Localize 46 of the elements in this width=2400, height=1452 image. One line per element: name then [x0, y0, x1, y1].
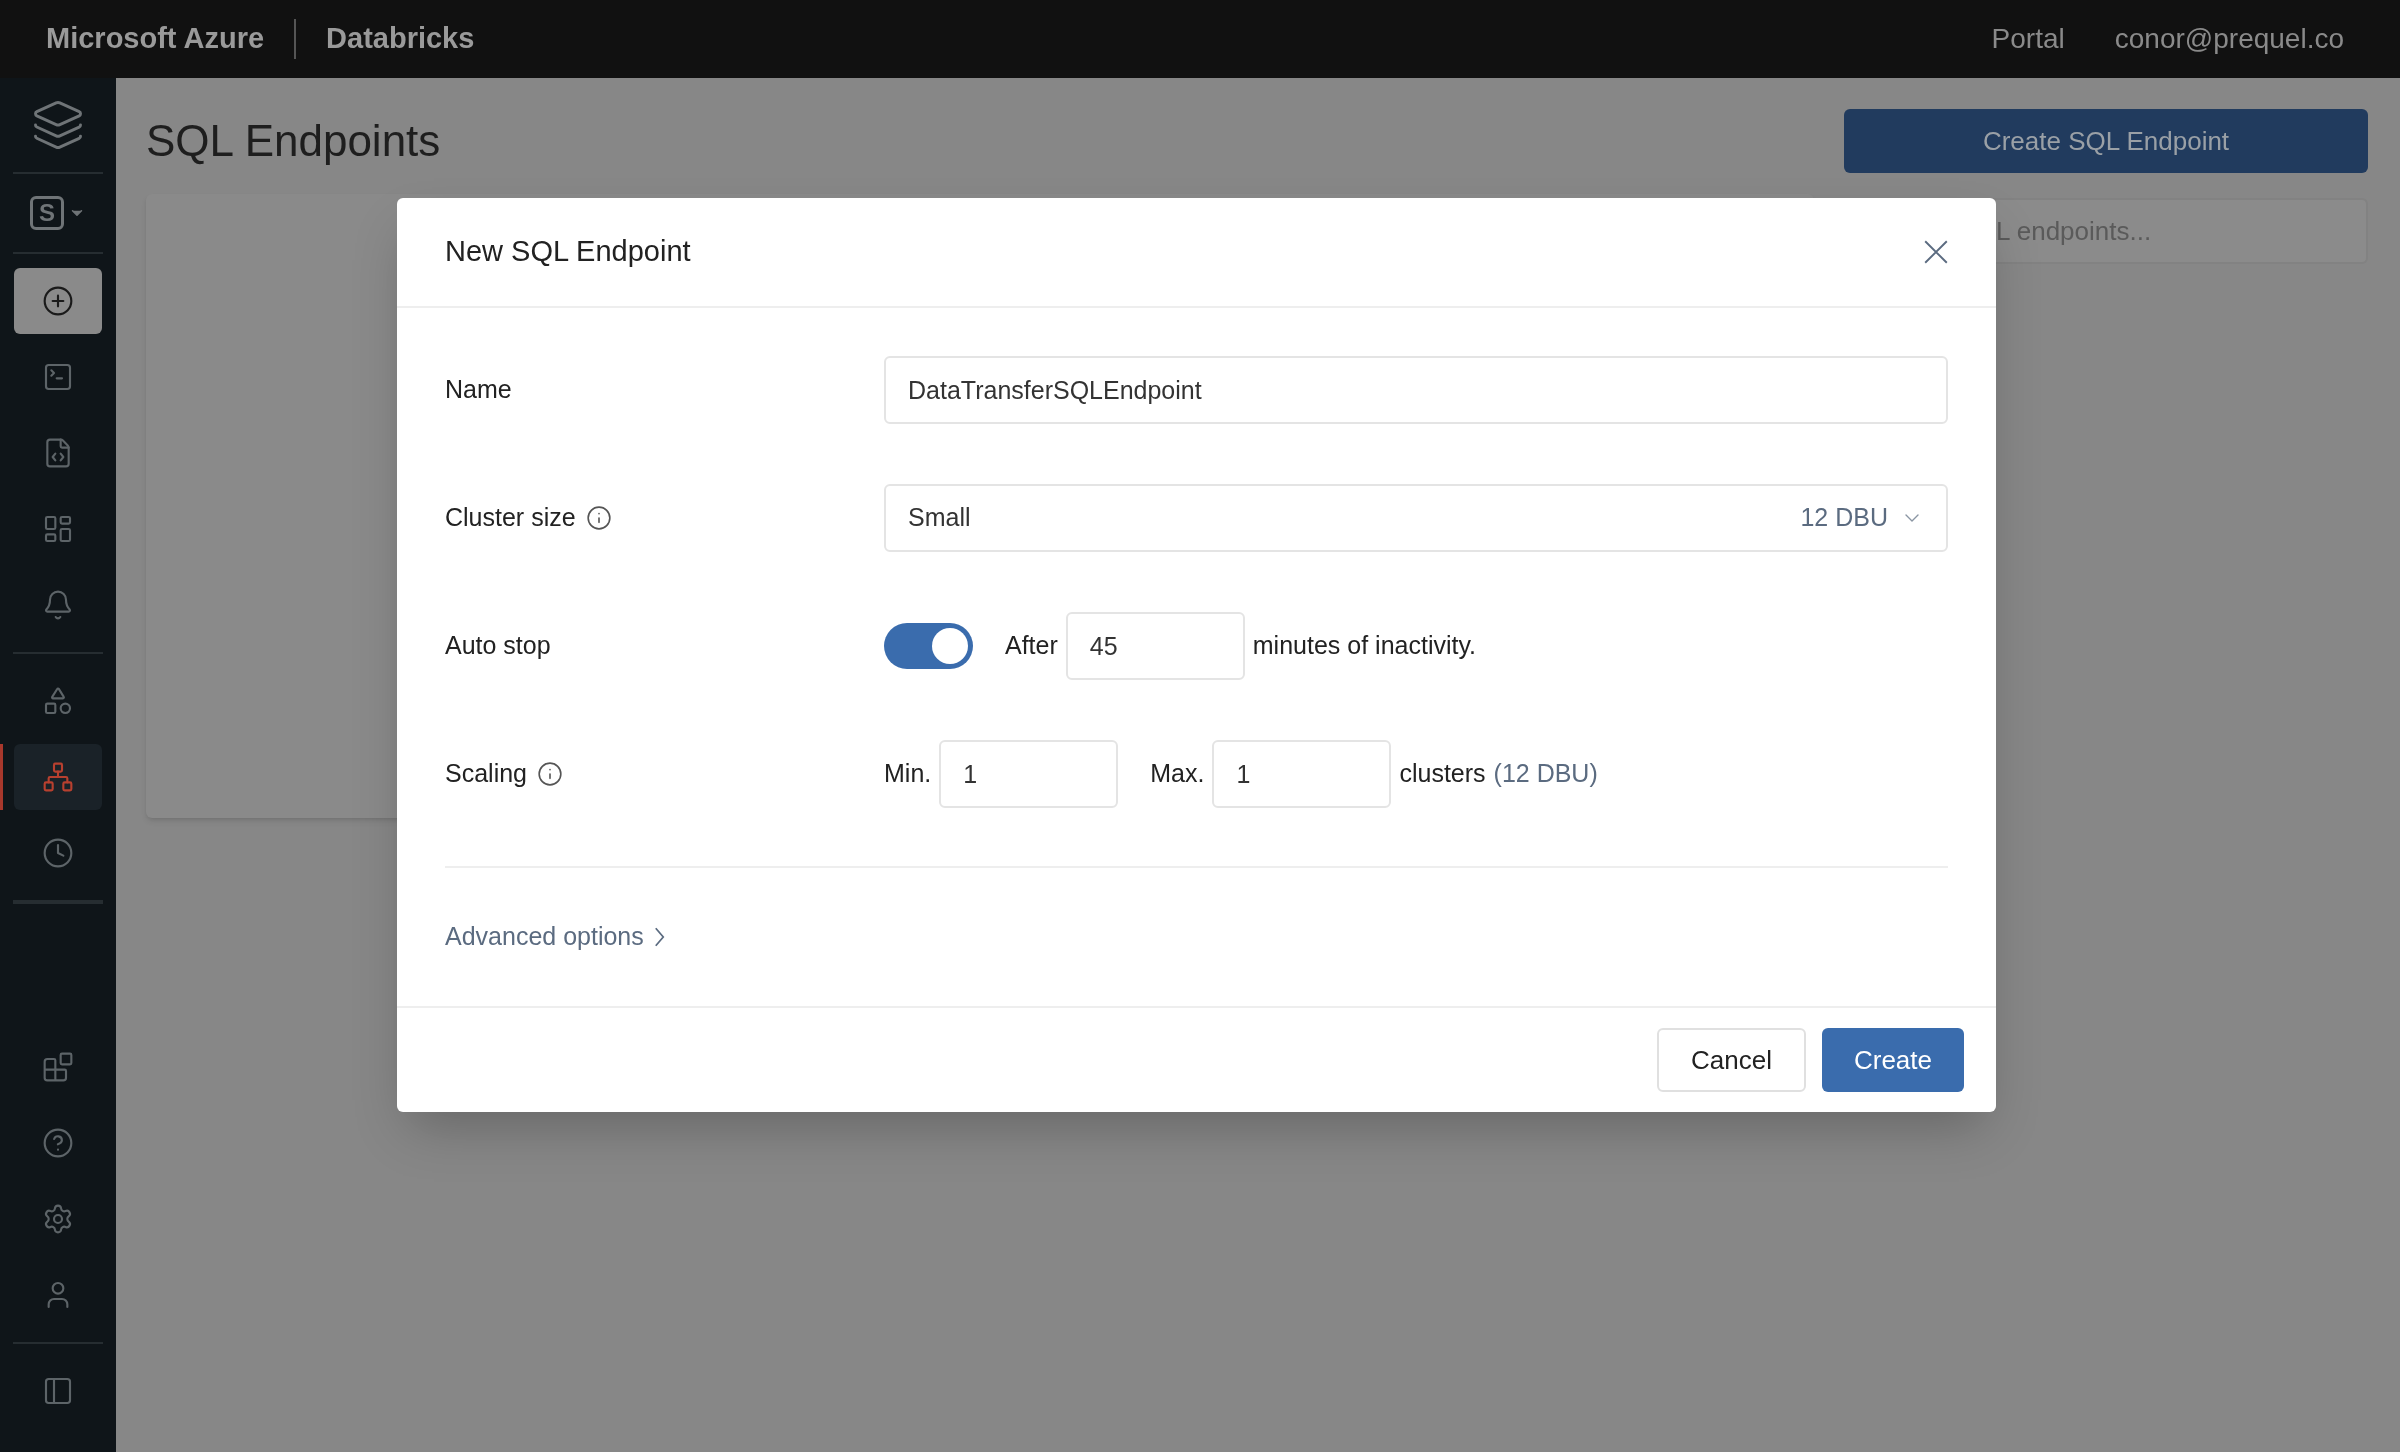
dbu-note: (12 DBU): [1493, 758, 1598, 790]
cluster-size-dropdown[interactable]: Small 12 DBU: [884, 484, 1948, 552]
name-field[interactable]: DataTransferSQLEndpoint: [884, 356, 1948, 424]
after-label: After: [1005, 630, 1058, 662]
info-icon: [537, 761, 563, 787]
panel-icon: [42, 1375, 74, 1407]
sidebar-item[interactable]: [14, 744, 102, 810]
shapes-icon: [42, 685, 74, 717]
help-icon: [42, 1127, 74, 1159]
close-button[interactable]: [1924, 240, 1948, 264]
terminal-icon: [42, 361, 74, 393]
close-icon: [1924, 240, 1948, 264]
auto-stop-toggle[interactable]: [884, 623, 973, 669]
top-link[interactable]: conor@prequel.co: [2114, 18, 2344, 60]
settings-icon: [42, 1203, 74, 1235]
clusters-label: clusters: [1399, 758, 1486, 790]
create-button[interactable]: Create: [1821, 1028, 1964, 1092]
dashboard-icon: [42, 513, 74, 545]
clock-icon: [42, 837, 74, 869]
sidebar-item[interactable]: [14, 268, 102, 334]
field-label: Cluster size: [445, 502, 576, 534]
product-name: Microsoft Azure: [46, 21, 265, 57]
dialog-title: New SQL Endpoint: [445, 234, 691, 270]
field-label: Name: [445, 374, 513, 406]
plus-circle-icon: [42, 285, 74, 317]
info-icon: [585, 505, 612, 531]
field-label: Auto stop: [445, 630, 552, 662]
blocks-icon: [42, 1051, 74, 1083]
field-label: Scaling: [445, 758, 527, 790]
chevron-right-icon: [653, 927, 665, 947]
workspace-name: Databricks: [326, 21, 475, 57]
active-indicator: [0, 744, 3, 810]
bell-icon: [42, 589, 74, 621]
advanced-options-link[interactable]: Advanced options: [445, 918, 665, 956]
max-label: Max.: [1150, 758, 1205, 790]
hierarchy-icon: [42, 761, 74, 793]
top-link[interactable]: Portal: [1991, 18, 2065, 60]
min-clusters-field[interactable]: 1: [939, 740, 1119, 808]
layers-logo-icon: [31, 98, 85, 152]
cancel-button[interactable]: Cancel: [1657, 1028, 1806, 1092]
create-endpoint-button[interactable]: Create SQL Endpoint: [1844, 109, 2368, 173]
minutes-field[interactable]: 45: [1065, 612, 1245, 680]
max-clusters-field[interactable]: 1: [1212, 740, 1392, 808]
page-title: SQL Endpoints: [146, 115, 441, 167]
min-label: Min.: [884, 758, 932, 790]
minutes-label: minutes of inactivity.: [1252, 630, 1477, 662]
